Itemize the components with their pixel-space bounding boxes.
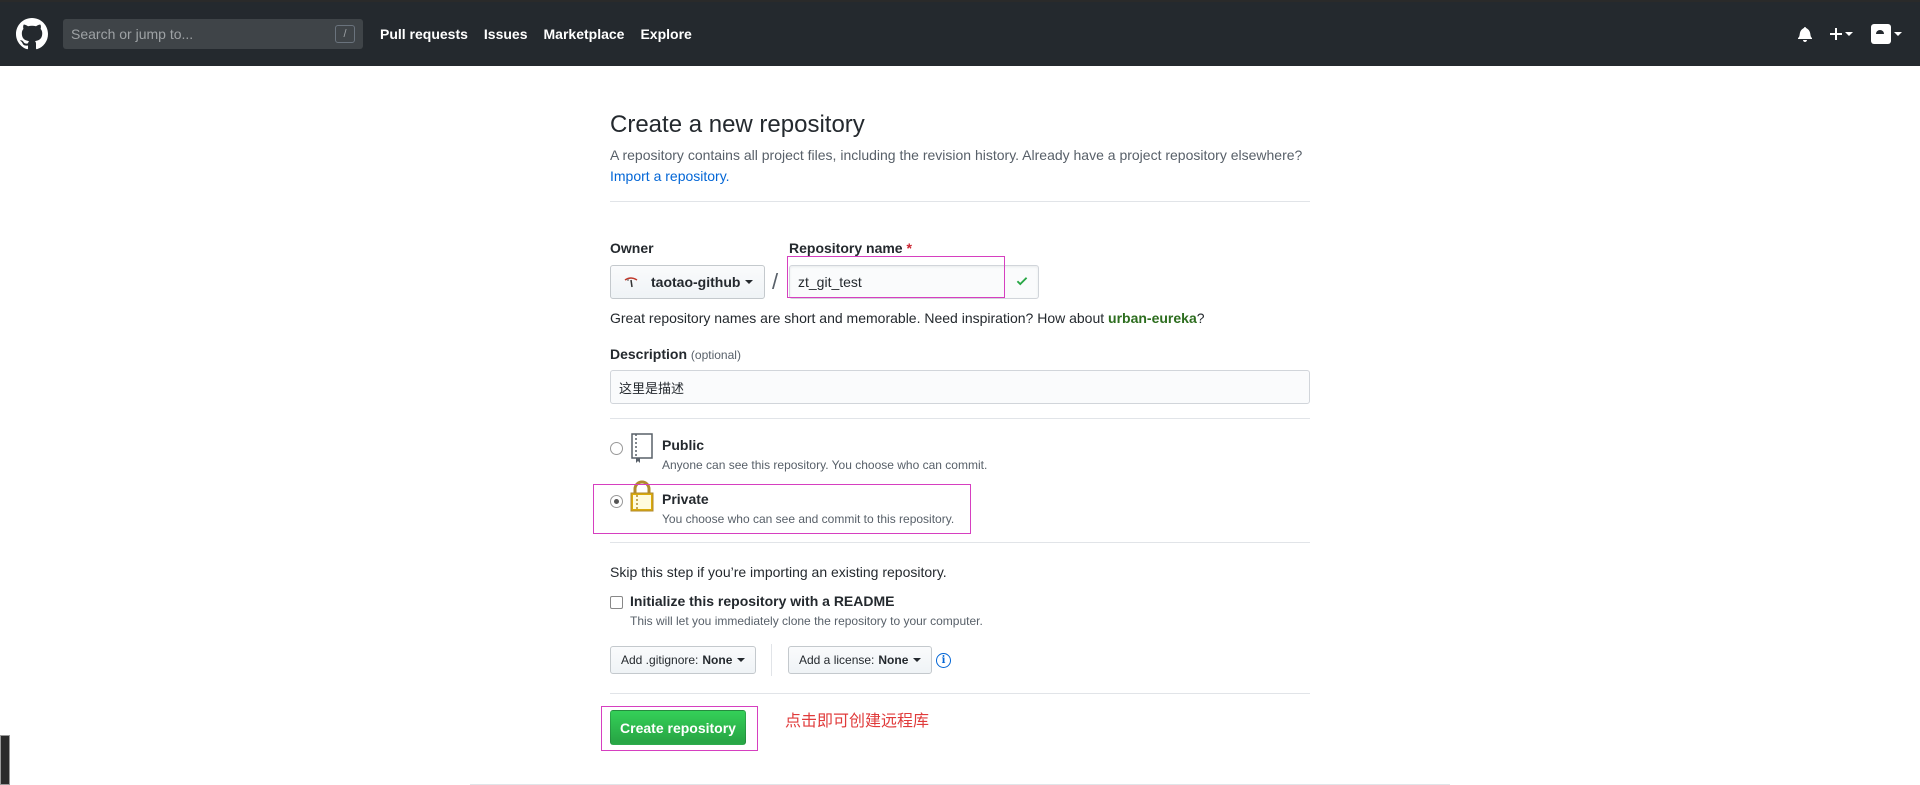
readme-note: This will let you immediately clone the … [630,614,983,628]
description-input[interactable] [619,379,1301,395]
user-menu[interactable] [1871,24,1902,44]
chevron-down-icon [737,658,746,662]
info-icon[interactable]: i [936,653,951,668]
search-input[interactable] [71,26,335,42]
divider [771,644,772,676]
chevron-down-icon [745,280,754,284]
public-title: Public [662,437,705,453]
optional-label: (optional) [690,348,741,362]
owner-value: taotao-github [651,274,741,290]
private-highlight [593,484,971,534]
import-repository-link[interactable]: Import a repository. [610,168,730,184]
repo-name-hint: Great repository names are short and mem… [610,310,1205,326]
chevron-down-icon [913,658,922,662]
search-box[interactable]: / [63,19,363,49]
divider [610,201,1310,202]
github-logo-icon[interactable] [16,18,48,50]
chevron-down-icon [1894,32,1902,36]
divider [610,542,1310,543]
nav-issues[interactable]: Issues [484,26,528,42]
repo-book-icon [630,432,654,467]
divider [610,693,1310,694]
check-icon [1014,274,1030,291]
description-label-text: Description [610,346,688,362]
hint-end: ? [1196,310,1205,326]
bell-icon[interactable] [1798,26,1812,42]
gitignore-label: Add .gitignore: [621,653,699,667]
readme-label[interactable]: Initialize this repository with a README [630,593,894,609]
search-shortcut-badge: / [335,25,355,43]
page-description: A repository contains all project files,… [610,145,1330,187]
description-label: Description (optional) [610,346,741,362]
readme-checkbox[interactable] [610,596,623,609]
owner-avatar [623,274,639,290]
top-header: / Pull requests Issues Marketplace Explo… [0,0,1920,66]
hint-text: Great repository names are short and mem… [610,310,1105,326]
annotation-note: 点击即可创建远程库 [785,711,930,730]
owner-select[interactable]: taotao-github [610,265,765,299]
public-radio[interactable] [610,442,623,455]
nav-pull-requests[interactable]: Pull requests [380,26,468,42]
repo-name-highlight [787,256,1005,298]
owner-label: Owner [610,240,654,256]
required-mark: * [906,240,912,256]
nav-explore[interactable]: Explore [640,26,691,42]
main-nav: Pull requests Issues Marketplace Explore [380,26,708,42]
page-title: Create a new repository [610,111,865,138]
nav-marketplace[interactable]: Marketplace [544,26,625,42]
header-actions [1798,2,1902,66]
license-select[interactable]: Add a license: None [788,646,933,674]
license-label: Add a license: [799,653,875,667]
owner-repo-separator: / [772,269,779,294]
public-note: Anyone can see this repository. You choo… [662,458,988,472]
skip-text: Skip this step if you’re importing an ex… [610,564,947,580]
page-description-text: A repository contains all project files,… [610,147,1303,163]
description-field[interactable] [610,370,1310,404]
gitignore-select[interactable]: Add .gitignore: None [610,646,757,674]
plus-icon[interactable] [1830,28,1853,40]
license-value: None [878,653,909,667]
name-suggestion-link[interactable]: urban-eureka [1108,310,1197,326]
repo-name-label: Repository name * [789,240,912,256]
side-thumbnail [0,735,10,785]
gitignore-value: None [702,653,733,667]
create-button-highlight [601,706,758,751]
chevron-down-icon [1845,32,1853,36]
divider [610,418,1310,419]
avatar [1871,24,1891,44]
repo-name-label-text: Repository name [789,240,903,256]
